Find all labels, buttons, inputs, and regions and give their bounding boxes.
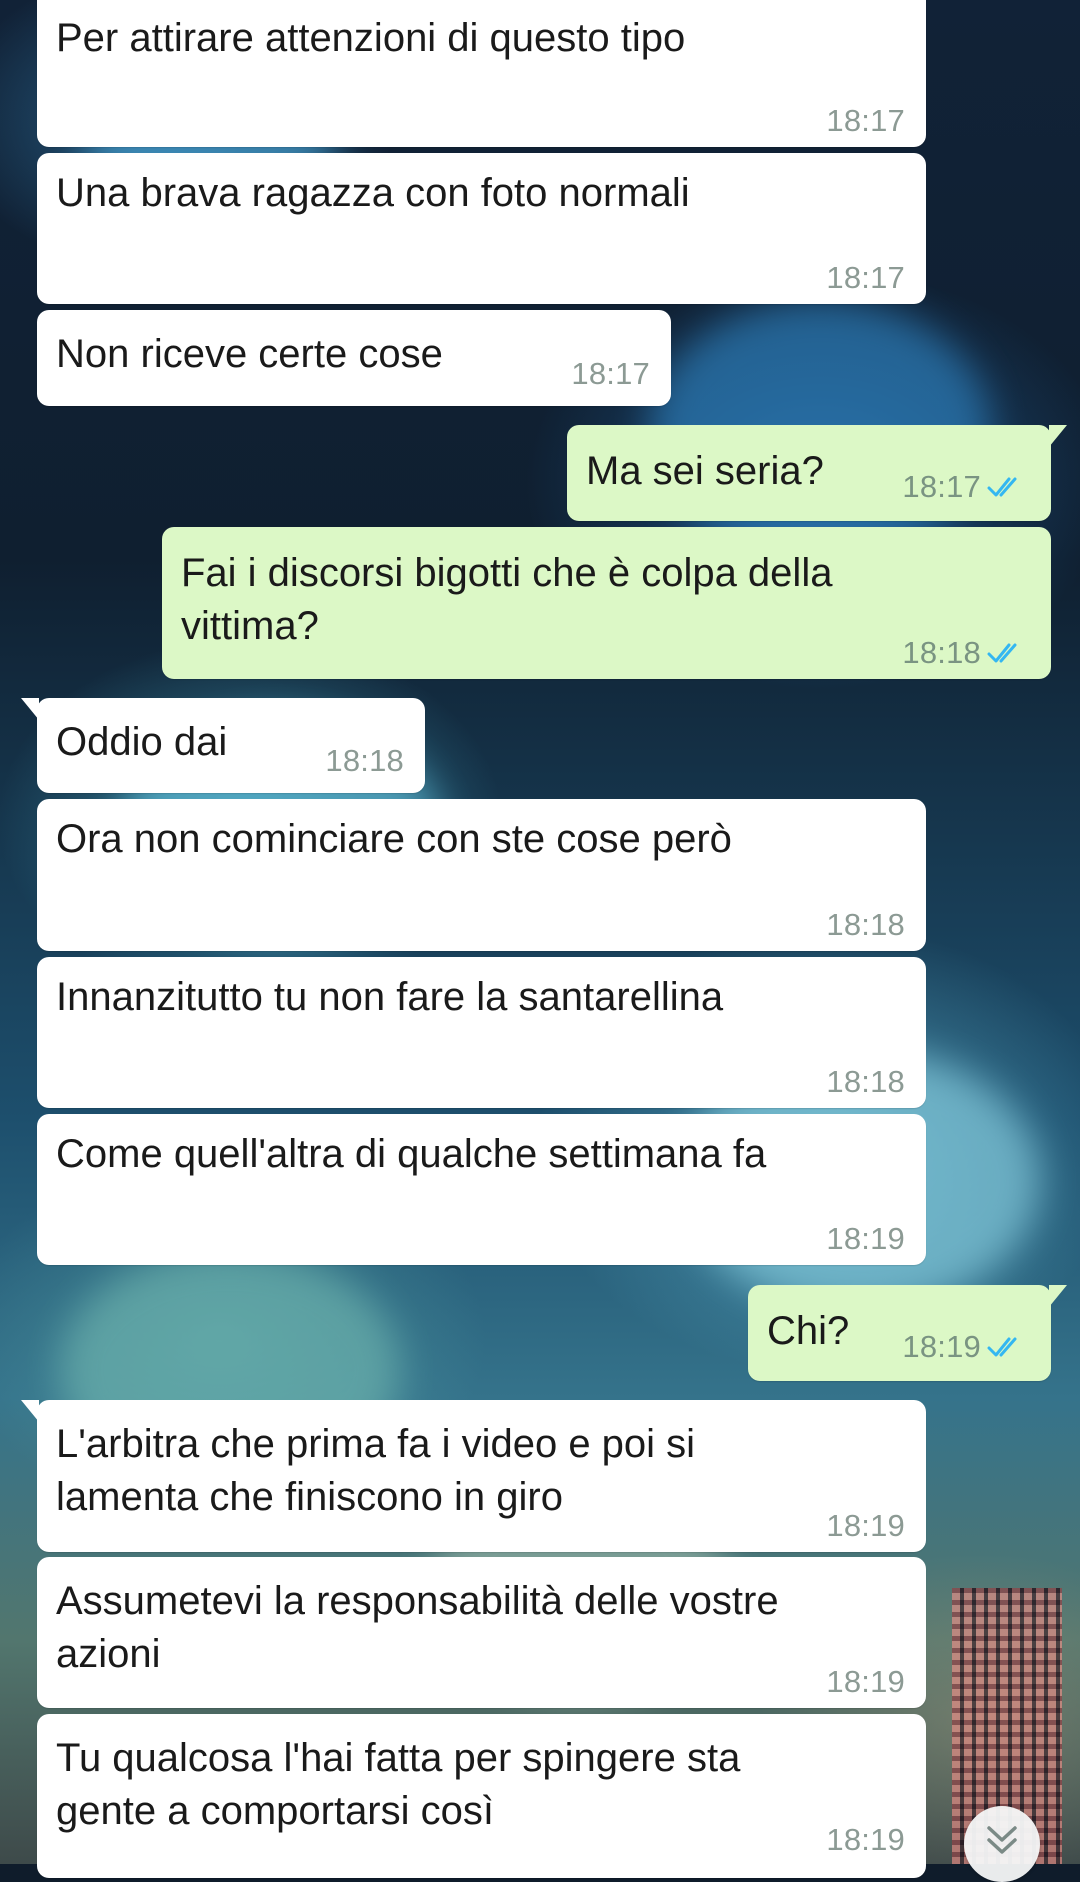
message-meta: 18:17 [902,469,1029,505]
incoming-message[interactable]: L'arbitra che prima fa i video e poi si … [21,1400,926,1552]
incoming-message[interactable]: Per attirare attenzioni di questo tipo 1… [37,0,926,147]
incoming-message[interactable]: Non riceve certe cose 18:17 [37,310,671,406]
message-time: 18:17 [902,469,981,504]
outgoing-message[interactable]: Ma sei seria? 18:17 [567,425,1067,521]
incoming-message[interactable]: Ora non cominciare con ste cose però 18:… [37,799,926,951]
scroll-to-bottom-button[interactable] [964,1806,1040,1882]
message-meta: 18:19 [826,1508,905,1544]
outgoing-message[interactable]: Fai i discorsi bigotti che è colpa della… [162,527,1051,679]
bubble-tail [1049,1285,1067,1307]
message-list[interactable]: Per attirare attenzioni di questo tipo 1… [0,0,1080,1878]
message-meta: 18:18 [325,743,404,779]
double-check-read-icon [987,1337,1017,1357]
incoming-message[interactable]: Assumetevi la responsabilità delle vostr… [37,1557,926,1708]
bubble-tail [1049,425,1067,447]
message-meta: 18:18 [826,1064,905,1100]
message-time: 18:19 [826,1221,905,1256]
incoming-message[interactable]: Come quell'altra di qualche settimana fa… [37,1114,926,1265]
message-meta: 18:19 [902,1329,1029,1365]
message-time: 18:18 [902,635,981,670]
double-check-read-icon [987,643,1017,663]
message-text: Assumetevi la responsabilità delle vostr… [56,1579,779,1676]
bubble-tail [21,698,39,720]
bubble-tail [21,1400,39,1422]
incoming-message[interactable]: Innanzitutto tu non fare la santarellina… [37,957,926,1108]
message-time: 18:19 [826,1508,905,1543]
message-meta: 18:17 [571,356,650,392]
message-time: 18:19 [826,1664,905,1699]
message-meta: 18:17 [826,103,905,139]
message-time: 18:18 [826,1064,905,1099]
message-meta: 18:18 [826,907,905,943]
outgoing-message[interactable]: Chi? 18:19 [748,1285,1067,1381]
message-text: Non riceve certe cose [56,332,443,376]
message-meta: 18:17 [826,260,905,296]
message-text: Una brava ragazza con foto normali [56,171,690,215]
message-text: Innanzitutto tu non fare la santarellina [56,975,724,1019]
message-meta: 18:19 [826,1822,905,1858]
incoming-message[interactable]: Una brava ragazza con foto normali 18:17 [37,153,926,304]
message-time: 18:17 [826,103,905,138]
message-time: 18:18 [826,907,905,942]
message-meta: 18:19 [826,1664,905,1700]
message-meta: 18:18 [902,635,1029,671]
message-text: Tu qualcosa l'hai fatta per spingere sta… [56,1736,741,1833]
message-text: L'arbitra che prima fa i video e poi si … [56,1422,696,1519]
message-time: 18:17 [571,356,650,391]
message-text: Ora non cominciare con ste cose però [56,817,732,861]
message-text: Per attirare attenzioni di questo tipo [56,16,686,60]
double-check-read-icon [987,477,1017,497]
message-time: 18:17 [826,260,905,295]
incoming-message[interactable]: Tu qualcosa l'hai fatta per spingere sta… [37,1714,926,1878]
double-chevron-down-icon [987,1826,1017,1854]
incoming-message[interactable]: Oddio dai 18:18 [21,698,425,793]
message-time: 18:18 [325,743,404,778]
message-meta: 18:19 [826,1221,905,1257]
message-time: 18:19 [826,1822,905,1857]
message-time: 18:19 [902,1329,981,1364]
message-text: Come quell'altra di qualche settimana fa [56,1132,767,1176]
